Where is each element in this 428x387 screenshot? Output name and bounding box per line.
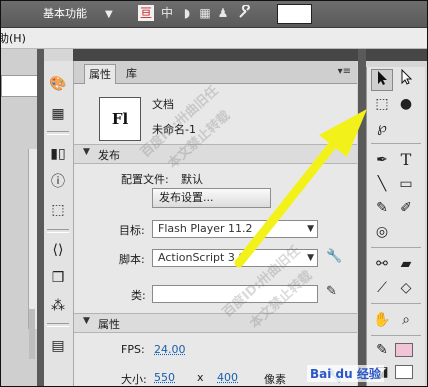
annotation-arrow-shaft	[234, 142, 336, 268]
annotation-arrow	[234, 109, 367, 268]
baidu-watermark: Bai du 经验	[307, 365, 384, 382]
app-window: 基本功能 ▼ 亘 中 ◗ ▦ ♟ 助(H) 🎨 ▦ ▮▯ ⓘ ⬚ ⟨⟩ ❒ ⁂ …	[0, 0, 428, 387]
